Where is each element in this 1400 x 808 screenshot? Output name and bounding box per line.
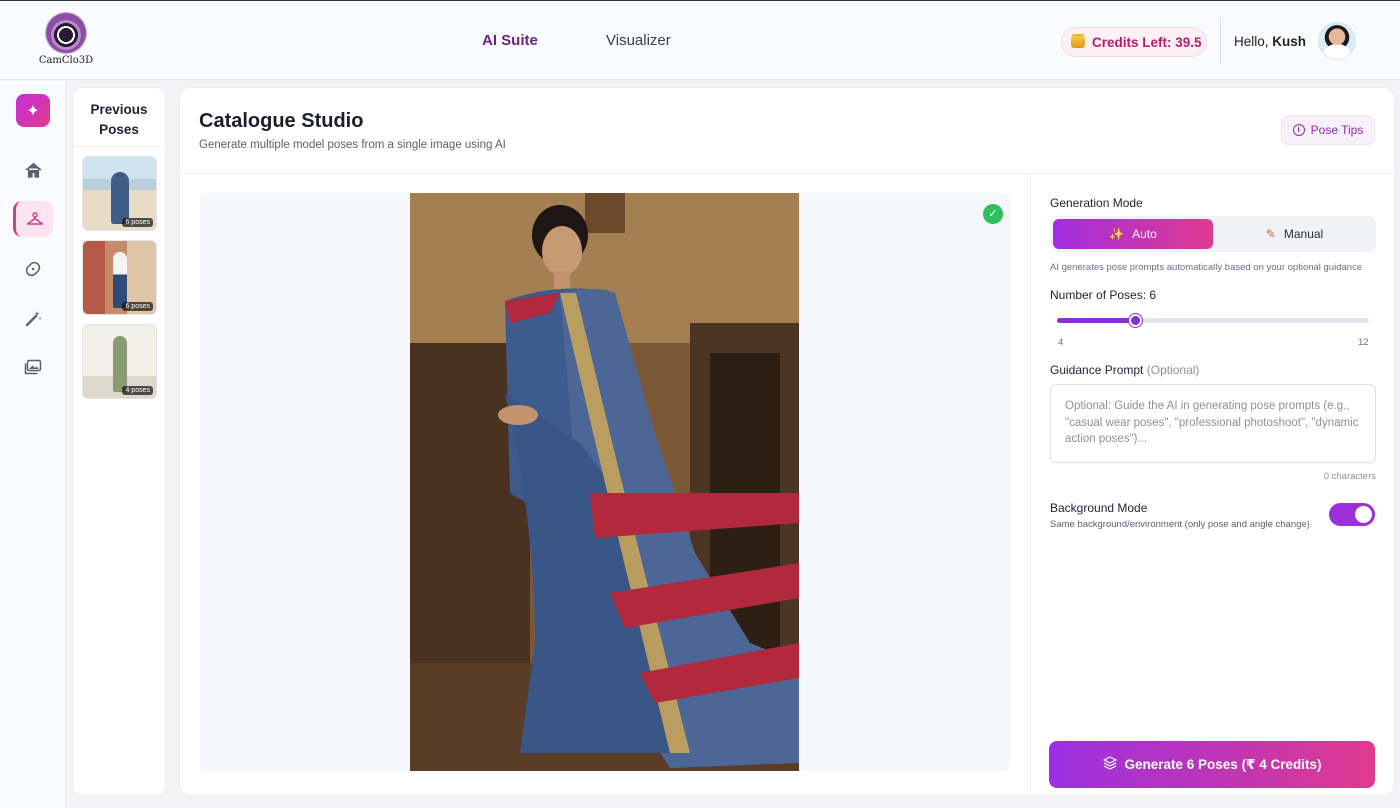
sparkle-icon[interactable]: ✦ bbox=[16, 94, 50, 127]
info-icon: i bbox=[1292, 124, 1305, 136]
panel-divider bbox=[73, 146, 165, 147]
slider-max-label: 12 bbox=[1358, 337, 1369, 348]
uploaded-model-image bbox=[410, 193, 799, 771]
pose-count-badge: 6 poses bbox=[122, 218, 153, 227]
credits-badge[interactable]: Credits Left: 39.5 bbox=[1061, 27, 1207, 57]
generation-mode-label: Generation Mode bbox=[1050, 196, 1143, 210]
background-mode-toggle[interactable] bbox=[1329, 503, 1375, 526]
generation-mode-toggle: ✨ Auto ✎ Manual bbox=[1050, 216, 1376, 252]
mode-auto-button[interactable]: ✨ Auto bbox=[1053, 219, 1213, 249]
saree-model-illustration bbox=[410, 193, 799, 771]
nav-ai-suite[interactable]: AI Suite bbox=[482, 32, 538, 49]
model-figure bbox=[112, 252, 127, 308]
mode-manual-button[interactable]: ✎ Manual bbox=[1216, 219, 1373, 249]
home-icon[interactable] bbox=[16, 153, 50, 187]
previous-poses-panel: Previous Poses 6 poses 6 poses 4 poses bbox=[72, 87, 166, 796]
background-mode-description: Same background/environment (only pose a… bbox=[1050, 519, 1310, 530]
previous-pose-thumb[interactable]: 6 poses bbox=[82, 240, 157, 315]
mode-auto-label: Auto bbox=[1132, 227, 1157, 241]
hanger-icon[interactable] bbox=[13, 201, 53, 237]
camera-logo-icon bbox=[46, 13, 86, 53]
page-title: Catalogue Studio bbox=[199, 110, 364, 132]
icon-sidebar: ✦ bbox=[0, 81, 66, 808]
guidance-prompt-label: Guidance Prompt (Optional) bbox=[1050, 363, 1199, 377]
pose-tips-label: Pose Tips bbox=[1310, 123, 1364, 137]
layers-icon bbox=[1102, 756, 1117, 773]
app-logo[interactable]: CamClo3D bbox=[38, 13, 94, 66]
coins-icon bbox=[1071, 36, 1085, 48]
generate-poses-button[interactable]: Generate 6 Poses (₹ 4 Credits) bbox=[1049, 741, 1375, 788]
credits-label: Credits Left: 39.5 bbox=[1092, 34, 1202, 50]
slider-min-label: 4 bbox=[1058, 337, 1064, 348]
panel-divider bbox=[1030, 174, 1031, 795]
pose-tips-button[interactable]: i Pose Tips bbox=[1281, 115, 1375, 145]
pencil-icon: ✎ bbox=[1265, 227, 1276, 241]
mode-hint: AI generates pose prompts automatically … bbox=[1050, 262, 1363, 273]
background-mode-label: Background Mode bbox=[1050, 501, 1148, 515]
model-figure bbox=[112, 336, 127, 392]
model-figure bbox=[110, 172, 129, 224]
optional-tag: (Optional) bbox=[1146, 363, 1200, 377]
nav-visualizer[interactable]: Visualizer bbox=[606, 32, 671, 49]
avatar[interactable] bbox=[1318, 22, 1356, 60]
gallery-icon[interactable] bbox=[16, 350, 50, 384]
catalogue-studio-card: Catalogue Studio Generate multiple model… bbox=[179, 87, 1395, 796]
user-name: Kush bbox=[1272, 34, 1307, 49]
generate-button-label: Generate 6 Poses (₹ 4 Credits) bbox=[1124, 756, 1322, 772]
image-preview-area[interactable]: ✓ bbox=[200, 193, 1010, 771]
user-greeting: Hello, Kush bbox=[1234, 34, 1306, 49]
page-subtitle: Generate multiple model poses from a sin… bbox=[199, 139, 506, 151]
bandage-icon[interactable] bbox=[16, 252, 50, 286]
poses-count-label: Number of Poses: 6 bbox=[1050, 288, 1157, 302]
character-count: 0 characters bbox=[1323, 471, 1376, 482]
slider-fill bbox=[1057, 318, 1135, 323]
previous-pose-thumb[interactable]: 4 poses bbox=[82, 324, 157, 399]
previous-poses-title: Previous Poses bbox=[90, 102, 148, 137]
logo-text: CamClo3D bbox=[38, 55, 94, 66]
pose-count-badge: 6 poses bbox=[122, 302, 153, 311]
sparkle-icon: ✨ bbox=[1109, 227, 1125, 241]
poses-slider[interactable] bbox=[1057, 314, 1369, 327]
toggle-knob bbox=[1355, 506, 1372, 523]
previous-pose-thumb[interactable]: 6 poses bbox=[82, 156, 157, 231]
header-divider bbox=[1220, 18, 1221, 64]
mode-manual-label: Manual bbox=[1283, 227, 1324, 241]
guidance-prompt-input[interactable]: Optional: Guide the AI in generating pos… bbox=[1050, 384, 1376, 463]
top-bar: CamClo3D AI Suite Visualizer Credits Lef… bbox=[0, 0, 1400, 80]
guidance-label-text: Guidance Prompt bbox=[1050, 363, 1144, 377]
slider-thumb[interactable] bbox=[1129, 314, 1142, 327]
pose-count-badge: 4 poses bbox=[122, 386, 153, 395]
checkmark-icon: ✓ bbox=[983, 204, 1003, 224]
settings-panel: Generation Mode ✨ Auto ✎ Manual AI gener… bbox=[1050, 174, 1380, 794]
greeting-text: Hello, bbox=[1234, 34, 1273, 49]
magic-wand-icon[interactable] bbox=[16, 301, 50, 335]
